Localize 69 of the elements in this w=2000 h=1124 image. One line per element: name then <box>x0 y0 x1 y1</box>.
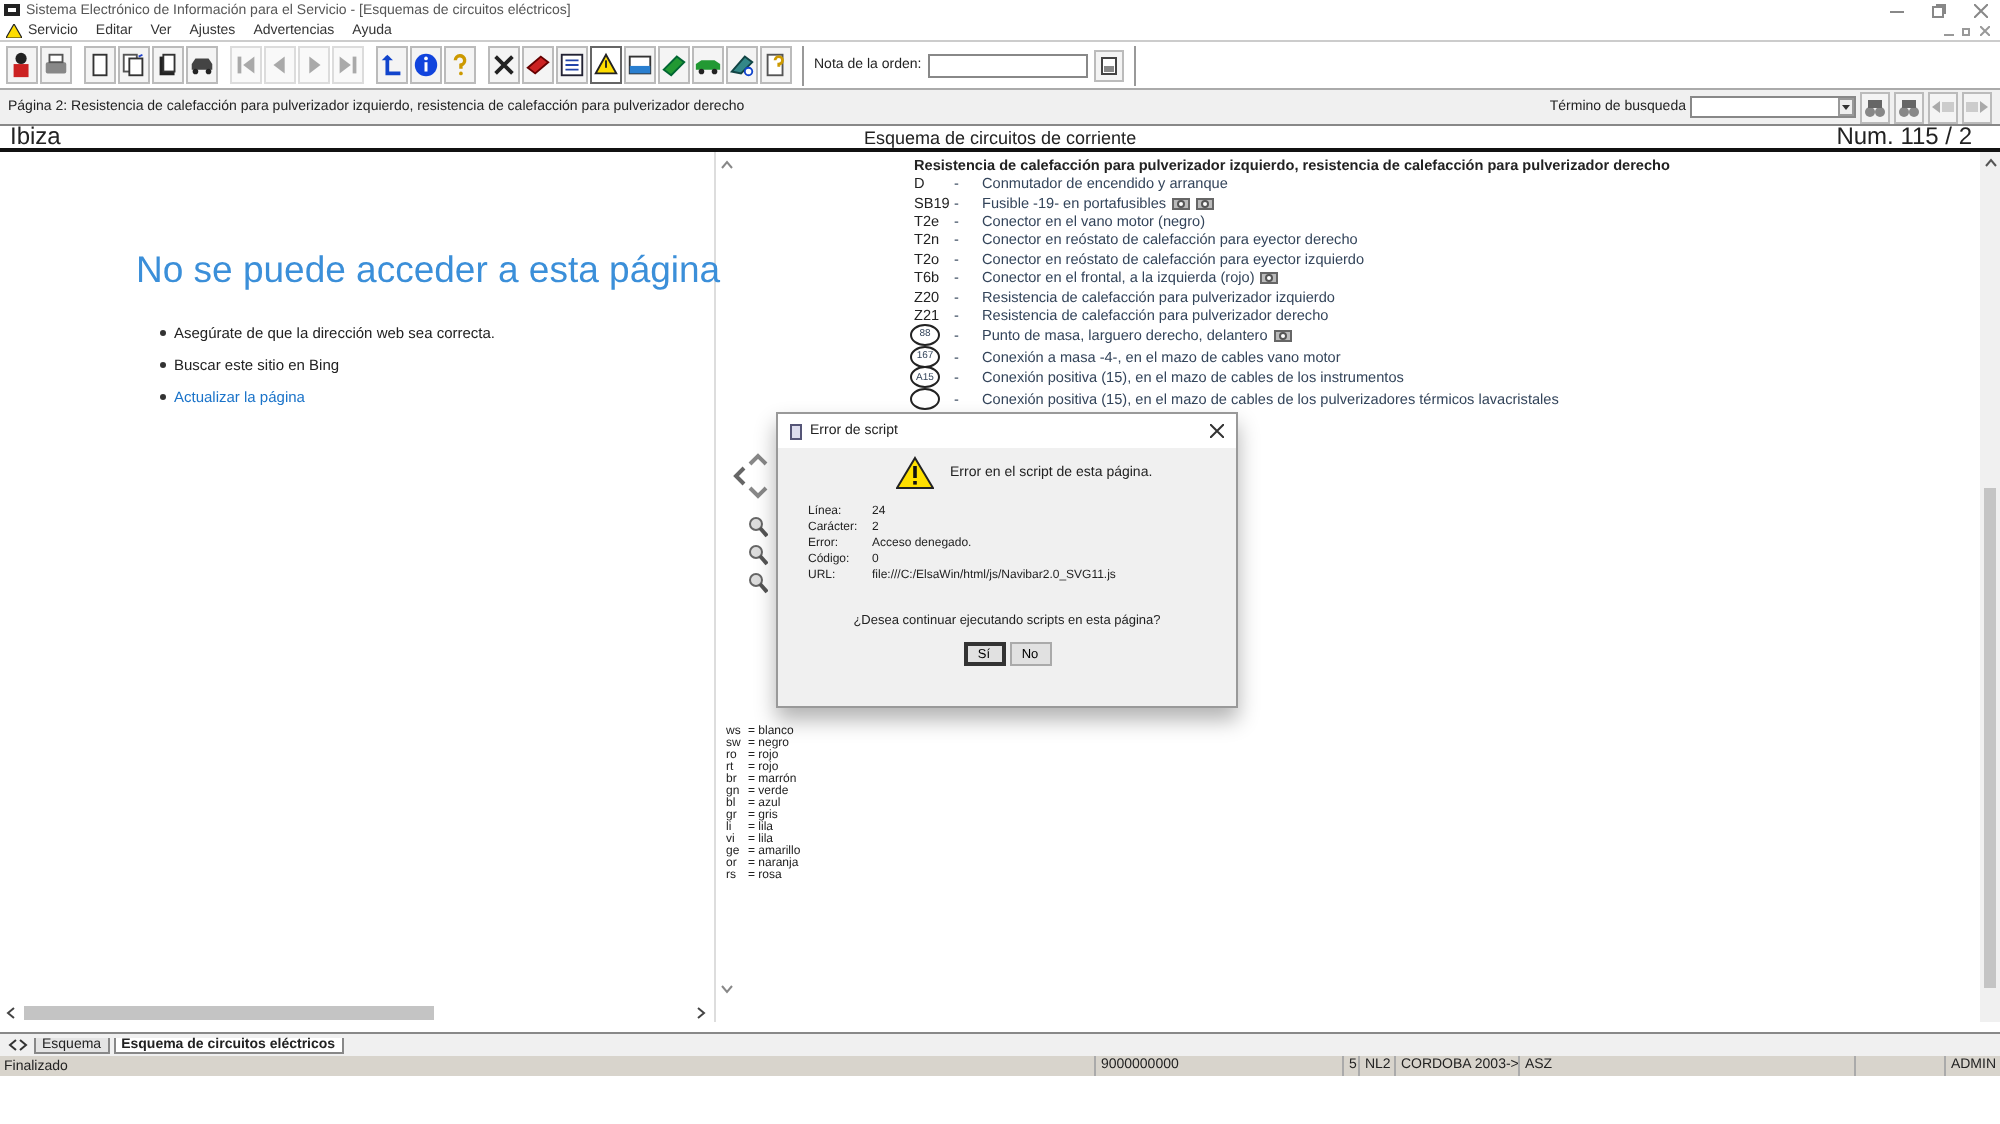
toolbar-button[interactable] <box>692 46 724 84</box>
close-icon[interactable] <box>1210 424 1224 438</box>
document-icon <box>1097 54 1120 76</box>
scroll-up-icon[interactable] <box>1983 158 1997 168</box>
toolbar-button[interactable] <box>84 46 116 84</box>
scroll-down-icon[interactable] <box>720 984 735 994</box>
toolbar-button[interactable] <box>624 46 656 84</box>
toolbar-button[interactable] <box>556 46 588 84</box>
toolbar-button[interactable] <box>40 46 72 84</box>
bullet-icon <box>160 362 166 368</box>
toolbar-button[interactable] <box>488 46 520 84</box>
book-icon <box>660 50 688 80</box>
camera-icon[interactable] <box>1172 195 1191 210</box>
toolbar-button[interactable] <box>152 46 184 84</box>
warning-icon <box>896 456 934 490</box>
chevron-up-icon[interactable] <box>748 452 768 466</box>
scroll-left-icon[interactable] <box>6 1005 16 1019</box>
restore-icon[interactable] <box>1962 25 1972 35</box>
toolbar-button[interactable] <box>186 46 218 84</box>
toolbar-button[interactable] <box>6 46 38 84</box>
binoculars-icon <box>1862 94 1888 120</box>
chevron-down-icon[interactable] <box>748 486 768 500</box>
zoom-out-icon[interactable] <box>748 572 768 594</box>
connection-symbol <box>910 387 940 410</box>
diagram-title: Esquema de circuitos de corriente <box>864 128 1139 148</box>
info-icon <box>412 50 440 80</box>
warning-icon <box>592 50 620 80</box>
scrollbar-thumb[interactable] <box>24 1005 434 1019</box>
order-note-field[interactable] <box>927 53 1088 77</box>
app-logo-icon <box>4 4 20 16</box>
return-arrow-icon <box>378 50 406 80</box>
zoom-in-icon[interactable] <box>748 544 768 566</box>
page-icon <box>790 423 802 439</box>
scroll-right-icon[interactable] <box>696 1005 706 1019</box>
car-gear-icon <box>728 50 756 80</box>
toolbar-button[interactable] <box>590 46 622 84</box>
model-name: Ibiza <box>10 124 63 148</box>
toolbar-button[interactable] <box>410 46 442 84</box>
dropdown-caret-icon <box>1838 98 1854 116</box>
camera-icon[interactable] <box>1273 327 1292 342</box>
list-icon <box>558 50 586 80</box>
bullet-icon <box>160 330 166 336</box>
toolbar-button[interactable] <box>118 46 150 84</box>
note-button[interactable] <box>1093 49 1124 81</box>
warning-icon <box>6 23 22 37</box>
restore-icon[interactable] <box>1932 3 1946 17</box>
tab-scroll-icon[interactable] <box>6 1038 30 1052</box>
chevron-left-icon[interactable] <box>732 466 746 486</box>
binoculars-icon <box>1896 94 1922 120</box>
help-document-icon <box>762 50 790 80</box>
page-number: Num. 115 / 2 <box>1836 124 1972 148</box>
toolbar-button[interactable] <box>522 46 554 84</box>
error-heading: No se puede acceder a esta página <box>136 248 721 292</box>
toolbar-button[interactable] <box>658 46 690 84</box>
scroll-up-icon[interactable] <box>720 160 735 170</box>
toolbar-button[interactable] <box>376 46 408 84</box>
camera-icon[interactable] <box>1196 195 1215 210</box>
search-button[interactable] <box>1894 91 1924 123</box>
toolbar-button[interactable] <box>760 46 792 84</box>
zoom-icon[interactable] <box>748 516 768 538</box>
toolbar-button[interactable] <box>726 46 758 84</box>
search-field[interactable] <box>1690 96 1856 118</box>
bullet-icon <box>160 394 166 400</box>
window-icon <box>626 50 654 80</box>
scrollbar-thumb[interactable] <box>1984 488 1996 988</box>
book-icon <box>524 50 552 80</box>
camera-icon[interactable] <box>1260 270 1279 285</box>
search-button[interactable] <box>1860 91 1890 123</box>
documents-icon <box>120 50 148 80</box>
